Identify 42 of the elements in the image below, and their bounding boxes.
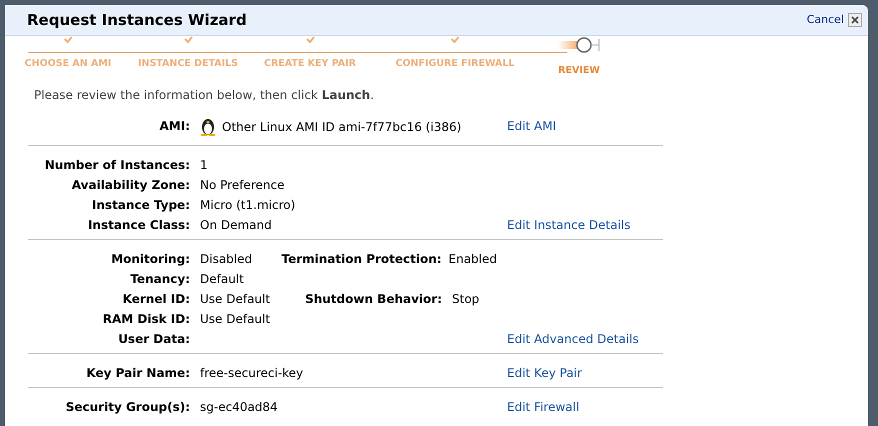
dialog-title: Request Instances Wizard	[27, 10, 247, 31]
field-value: Use Default	[200, 311, 270, 328]
field-value: Enabled	[448, 251, 497, 268]
edit-link[interactable]: Edit Advanced Details	[507, 330, 639, 348]
field-value: Other Linux AMI ID ami-7f77bc16 (i386)	[222, 119, 462, 136]
checkmark-icon	[64, 36, 72, 43]
penguin-icon	[200, 116, 216, 136]
edit-link[interactable]: Edit AMI	[507, 117, 556, 135]
field-value: Micro (t1.micro)	[200, 197, 296, 214]
field-value: Default	[200, 271, 244, 288]
field-label: Key Pair Name:	[85, 365, 190, 382]
field-label: Security Group(s):	[64, 399, 190, 416]
field-value: No Preference	[200, 177, 284, 194]
field-value: Stop	[452, 291, 480, 308]
field-value: free-secureci-key	[200, 365, 304, 382]
checkmark-icon	[450, 36, 460, 43]
field-value: Use Default	[200, 291, 272, 308]
field-value: sg-ec40ad84	[200, 399, 278, 416]
field-value: 1	[200, 157, 208, 174]
field-label: AMI:	[158, 118, 190, 135]
field-label: User Data:	[117, 331, 190, 348]
field-value: On Demand	[200, 217, 272, 234]
field-value: Disabled	[200, 251, 254, 268]
cancel-link[interactable]: Cancel	[806, 12, 844, 28]
field-label: Termination Protection:	[282, 251, 438, 268]
field-label: RAM Disk ID:	[102, 311, 190, 328]
field-label: Tenancy:	[129, 271, 190, 288]
field-label: Instance Type:	[90, 197, 190, 214]
edit-link[interactable]: Edit Key Pair	[507, 364, 582, 382]
checkmark-icon	[184, 36, 192, 43]
field-label: Number of Instances:	[44, 157, 190, 174]
field-label: Shutdown Behavior:	[304, 291, 442, 308]
close-button[interactable]	[848, 13, 862, 27]
edit-link[interactable]: Edit Instance Details	[507, 216, 631, 234]
edit-link[interactable]: Edit Firewall	[507, 398, 580, 416]
close-icon	[851, 16, 859, 24]
field-label: Monitoring:	[110, 251, 190, 268]
checkmark-icon	[306, 36, 314, 43]
instruction-text: Please review the information below, then click Launch.	[33, 87, 376, 104]
field-label: Availability Zone:	[70, 177, 190, 194]
field-label: Instance Class:	[86, 217, 190, 234]
field-label: Kernel ID:	[122, 291, 190, 308]
